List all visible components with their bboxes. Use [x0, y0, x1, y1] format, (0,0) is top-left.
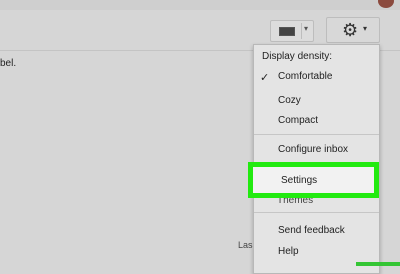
menu-divider [254, 212, 379, 213]
decorative-green-streak [356, 262, 400, 266]
gear-icon: ⚙ [342, 20, 359, 40]
menu-item-configure-inbox[interactable]: Configure inbox [278, 144, 348, 155]
menu-item-themes[interactable]: Themes [277, 198, 313, 204]
last-activity-fragment: Las [238, 240, 253, 250]
button-divider [301, 23, 302, 39]
settings-highlight-box[interactable]: Settings [248, 162, 379, 198]
settings-menu: Display density: ✓ Comfortable Cozy Comp… [253, 44, 380, 274]
chevron-down-icon[interactable]: ▾ [304, 24, 308, 33]
menu-item-send-feedback[interactable]: Send feedback [278, 225, 345, 236]
label-text-fragment: bel. [0, 58, 17, 69]
top-bar [0, 0, 400, 10]
menu-item-cozy[interactable]: Cozy [278, 95, 301, 106]
menu-item-comfortable[interactable]: Comfortable [278, 71, 332, 82]
menu-item-settings[interactable]: Settings [281, 175, 317, 186]
avatar[interactable] [378, 0, 394, 8]
settings-gear-button[interactable]: ⚙ ▾ [326, 17, 380, 43]
menu-divider [254, 134, 379, 135]
display-density-header: Display density: [262, 51, 333, 62]
input-tools-button[interactable]: ▾ [270, 20, 314, 42]
keyboard-icon [279, 27, 295, 36]
check-icon: ✓ [260, 72, 270, 84]
menu-item-help[interactable]: Help [278, 246, 299, 257]
menu-item-compact[interactable]: Compact [278, 115, 318, 126]
chevron-down-icon: ▾ [363, 24, 368, 33]
